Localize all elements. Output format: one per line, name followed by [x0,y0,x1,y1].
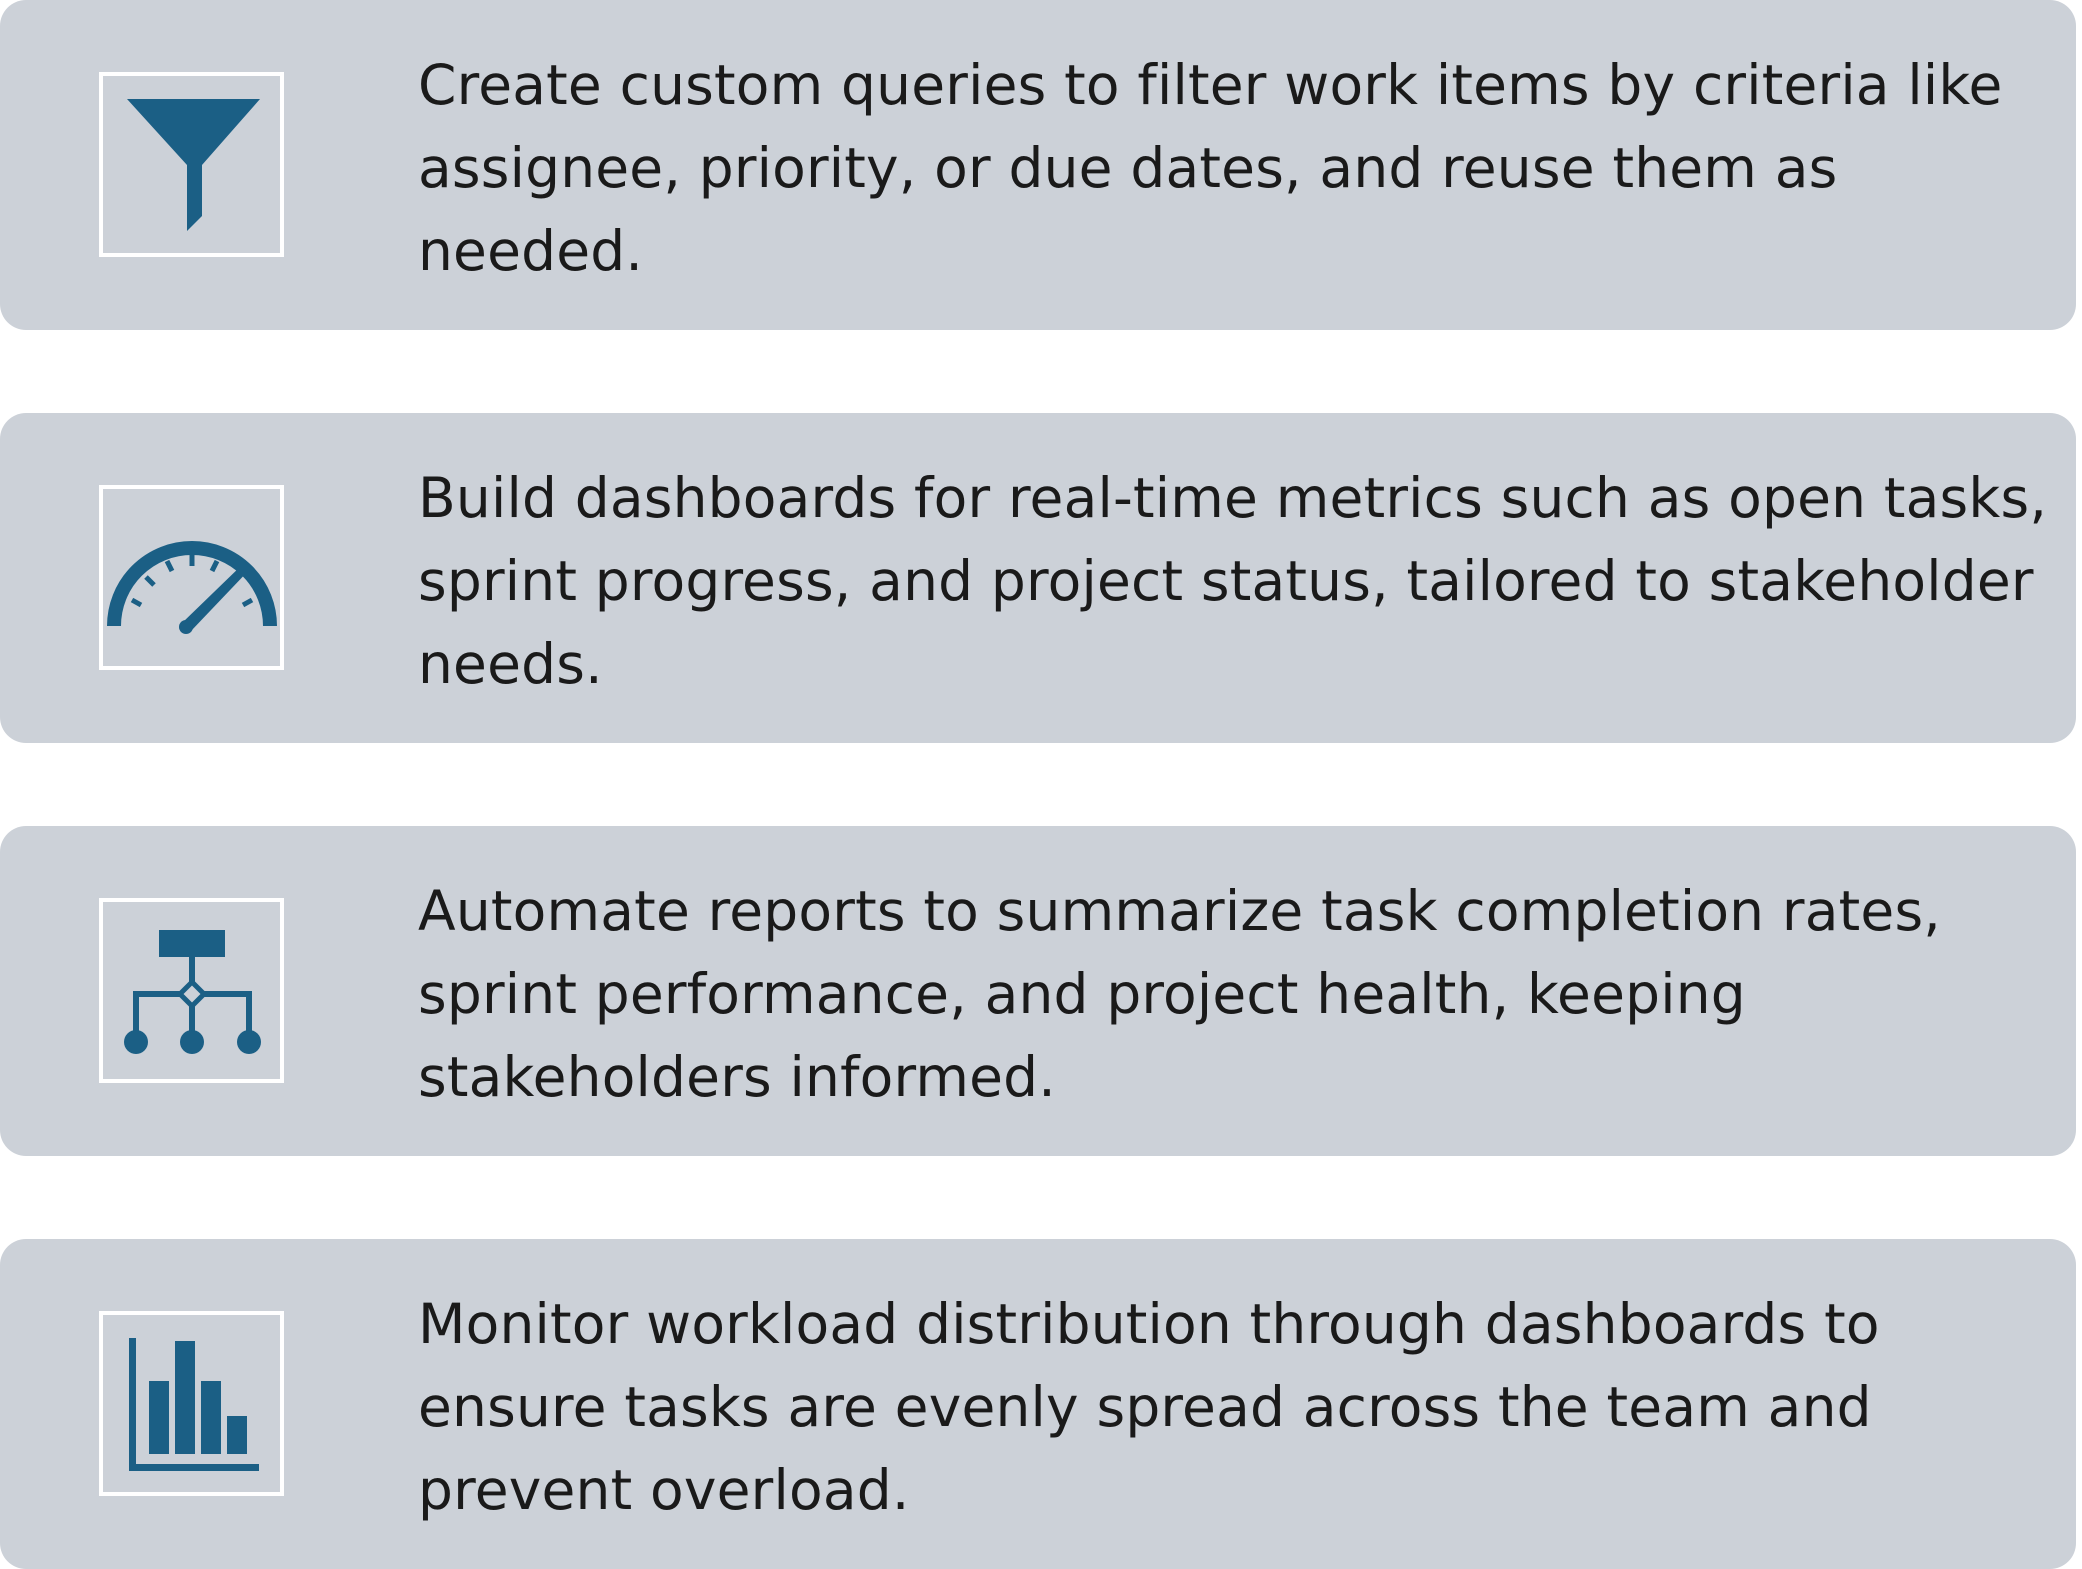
feature-card-workload: Monitor workload distribution through da… [0,1239,2076,1569]
icon-frame [99,1311,284,1496]
feature-card-dashboards: Build dashboards for real-time metrics s… [0,413,2076,743]
card-description: Create custom queries to filter work ite… [418,53,2003,283]
icon-frame [99,485,284,670]
feature-card-queries: Create custom queries to filter work ite… [0,0,2076,330]
hierarchy-flow-icon [124,930,261,1054]
speedometer-gauge-icon [107,541,277,634]
filter-funnel-icon [127,99,260,231]
card-description: Monitor workload distribution through da… [418,1292,1880,1522]
bar-chart-icon [129,1338,259,1471]
feature-card-reports: Automate reports to summarize task compl… [0,826,2076,1156]
card-description: Build dashboards for real-time metrics s… [418,466,2047,696]
icon-frame [99,72,284,257]
icon-frame [99,898,284,1083]
card-description: Automate reports to summarize task compl… [418,879,1941,1109]
